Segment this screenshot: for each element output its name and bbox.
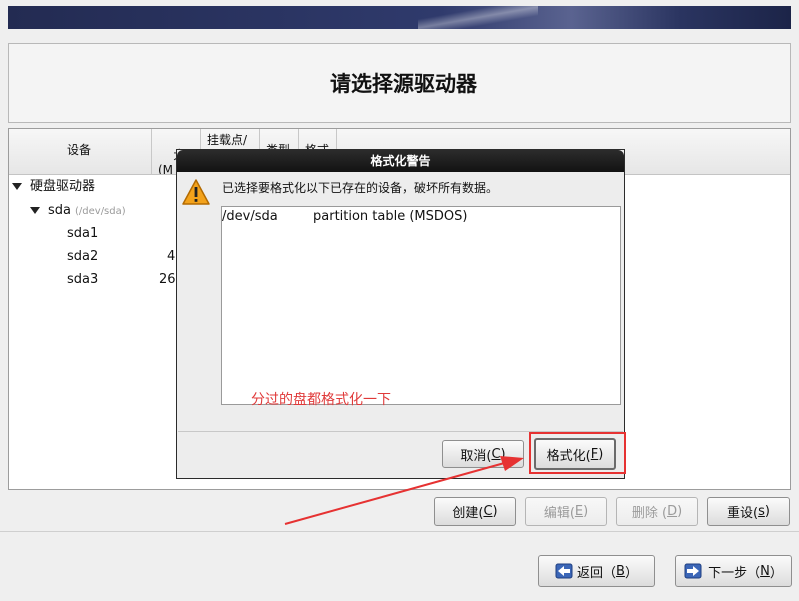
annotation-note: 分过的盘都格式化一下 [251, 392, 391, 408]
button-text-end: ) [500, 446, 506, 462]
device-list[interactable]: /dev/sda partition table (MSDOS) [221, 206, 621, 405]
mnemonic-key: N [760, 563, 770, 579]
button-text: 删除 ( [631, 506, 668, 521]
cancel-button[interactable]: 取消(C) [442, 440, 524, 468]
list-item-device: /dev/sda [222, 209, 278, 224]
page-title: 请选择源驱动器 [330, 72, 477, 96]
tree-row-sda1[interactable]: sda1 [67, 223, 98, 245]
button-text: 取消( [460, 448, 492, 464]
mnemonic-key: s [758, 504, 765, 519]
tree-row-sda3[interactable]: sda3 [67, 269, 98, 291]
reset-button[interactable]: 重设(s) [707, 497, 790, 526]
title-panel: 请选择源驱动器 [8, 43, 791, 123]
expander-icon[interactable] [30, 207, 40, 214]
expander-icon[interactable] [12, 183, 22, 190]
back-arrow-icon [555, 563, 573, 579]
bottom-separator [0, 531, 799, 532]
create-button[interactable]: 创建(C) [434, 497, 516, 526]
format-warning-dialog: 格式化警告 已选择要格式化以下已存在的设备，破坏所有数据。 /dev/sda p… [176, 149, 625, 479]
tree-row-sda[interactable]: sda (/dev/sda) [30, 200, 126, 222]
button-text-end: ） [769, 565, 783, 581]
button-text: 格式化( [546, 448, 591, 464]
tree-row-label: 硬盘驱动器 [30, 179, 96, 194]
button-text: 重设( [727, 506, 759, 521]
tree-row-label: sda2 [67, 249, 99, 264]
mnemonic-key: D [667, 504, 678, 519]
button-text-end: ) [764, 504, 770, 519]
list-item-description: partition table (MSDOS) [313, 209, 468, 224]
column-header-label: 设备 [67, 143, 92, 157]
button-text: 编辑( [543, 506, 575, 521]
edit-button[interactable]: 编辑(E) [525, 497, 607, 526]
button-text-end: ) [492, 504, 498, 519]
dialog-separator [178, 431, 623, 432]
back-button[interactable]: 返回（ B） [538, 555, 655, 587]
top-banner [8, 6, 791, 29]
button-text: 创建( [452, 506, 484, 521]
mnemonic-key: B [616, 563, 625, 579]
button-text-end: ) [583, 504, 589, 519]
tree-row-hard-drives[interactable]: 硬盘驱动器 [12, 176, 95, 198]
column-header-label: 挂载点/ [207, 133, 248, 147]
button-text-end: ) [677, 504, 683, 519]
list-item[interactable]: /dev/sda partition table (MSDOS) [222, 208, 467, 226]
dialog-title: 格式化警告 [177, 150, 624, 172]
column-header-device[interactable]: 设备 [9, 129, 152, 175]
warning-icon [182, 179, 210, 205]
mnemonic-key: C [491, 446, 501, 462]
tree-row-sda2[interactable]: sda2 [67, 246, 98, 268]
tree-row-label: sda [48, 203, 71, 218]
next-button[interactable]: 下一步（ N） [675, 555, 792, 587]
mnemonic-key: E [574, 504, 584, 519]
tree-row-label: sda1 [67, 226, 99, 241]
button-text: 下一步（ [708, 565, 761, 581]
button-text-end: ） [624, 565, 638, 581]
button-text-end: ) [598, 446, 604, 462]
tree-row-label: sda3 [67, 272, 99, 287]
banner-decoration [418, 6, 538, 29]
mnemonic-key: F [590, 446, 599, 462]
delete-button[interactable]: 删除 (D) [616, 497, 698, 526]
next-arrow-icon [684, 563, 702, 579]
mnemonic-key: C [483, 504, 493, 519]
button-text: 返回（ [577, 565, 617, 581]
dialog-message: 已选择要格式化以下已存在的设备，破坏所有数据。 [222, 181, 499, 195]
tree-row-devpath: (/dev/sda) [75, 206, 126, 217]
format-button[interactable]: 格式化(F) [534, 438, 616, 470]
